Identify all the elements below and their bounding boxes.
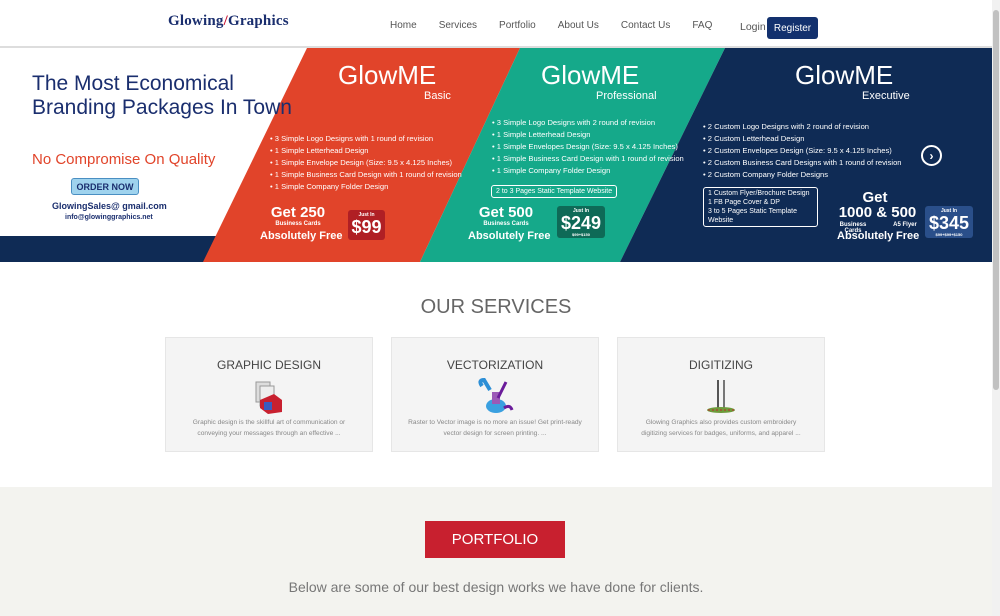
hero-banner[interactable]: The Most Economical Branding Packages In… xyxy=(0,48,992,262)
package-professional-name: GlowME xyxy=(541,60,640,90)
service-card-text: Glowing Graphics also provides custom em… xyxy=(641,419,801,437)
package-executive-sub-right: A5 Flyer xyxy=(893,222,917,228)
site-logo[interactable]: Glowing/Graphics xyxy=(168,13,289,30)
package-executive-free-right: Free xyxy=(896,230,920,242)
graphic-design-icon xyxy=(255,381,282,414)
feature-item: 1 Simple Business Card Design with 1 rou… xyxy=(492,153,684,165)
site-header: Glowing/Graphics Home Services Portfolio… xyxy=(0,0,992,48)
package-executive-price: $345 xyxy=(928,213,970,233)
portfolio-button[interactable]: PORTFOLIO xyxy=(425,521,565,558)
service-card-vectorization[interactable]: VECTORIZATION Raster to Vector image is … xyxy=(391,337,599,452)
logo-text-part1: Glowing xyxy=(168,13,224,29)
package-basic-price: $99 xyxy=(351,217,382,237)
package-executive-extras: 1 Custom Flyer/Brochure Design 1 FB Page… xyxy=(703,187,818,227)
service-card-title: VECTORIZATION xyxy=(446,358,544,372)
package-executive-features: 2 Custom Logo Designs with 2 round of re… xyxy=(703,121,902,181)
order-now-button[interactable]: ORDER NOW xyxy=(71,178,139,195)
package-executive-get-qty: 1000 & 500 xyxy=(838,204,917,221)
banner-title: The Most Economical Branding Packages In… xyxy=(32,72,292,119)
feature-item: 2 Custom Logo Designs with 2 round of re… xyxy=(703,121,902,133)
package-basic-features: 3 Simple Logo Designs with 1 round of re… xyxy=(270,133,462,193)
nav-services[interactable]: Services xyxy=(439,20,477,31)
feature-item: 1 Simple Business Card Design with 1 rou… xyxy=(270,169,462,181)
services-title: OUR SERVICES xyxy=(420,296,572,318)
package-professional-price-badge[interactable]: Just In $249 $99+$150 xyxy=(557,206,605,238)
extra-item: 1 Custom Flyer/Brochure Design xyxy=(708,190,810,197)
portfolio-description: Below are some of our best design works … xyxy=(288,579,704,595)
feature-item: 2 Custom Company Folder Designs xyxy=(703,169,902,181)
nav-faq[interactable]: FAQ xyxy=(692,20,712,31)
package-basic-tier: Basic xyxy=(424,90,451,102)
arrow-right-icon[interactable]: › xyxy=(921,145,942,166)
package-basic-free: Absolutely Free xyxy=(260,230,343,242)
feature-item: 2 Custom Envelopes Design (Size: 9.5 x 4… xyxy=(703,145,902,157)
package-executive-price-badge[interactable]: Just In $345 $99+$99+$150 xyxy=(925,206,973,238)
nav-portfolio[interactable]: Portfolio xyxy=(499,20,536,31)
service-card-title: DIGITIZING xyxy=(689,358,753,372)
nav-contact-us[interactable]: Contact Us xyxy=(621,20,670,31)
register-button[interactable]: Register xyxy=(767,17,818,39)
nav-home[interactable]: Home xyxy=(390,20,417,31)
banner-email-info: info@glowinggraphics.net xyxy=(65,214,153,221)
package-professional-tier: Professional xyxy=(596,90,657,102)
service-card-title: GRAPHIC DESIGN xyxy=(216,358,321,372)
login-link[interactable]: Login xyxy=(740,21,766,33)
feature-item: 1 Simple Company Folder Design xyxy=(492,165,684,177)
package-professional-extra: 2 to 3 Pages Static Template Website xyxy=(491,185,618,198)
service-card-text: Graphic design is the skillful art of co… xyxy=(192,419,346,437)
package-executive-free-left: Absolutely xyxy=(837,230,894,242)
package-basic-get-sub: Business Cards xyxy=(275,221,321,227)
package-basic-name: GlowME xyxy=(338,60,437,90)
feature-item: 2 Custom Letterhead Design xyxy=(703,133,902,145)
extra-item: 1 FB Page Cover & DP xyxy=(708,199,780,206)
feature-item: 1 Simple Envelope Design (Size: 9.5 x 4.… xyxy=(270,157,462,169)
digitizing-needle-icon xyxy=(707,380,735,413)
package-professional-price: $249 xyxy=(560,213,602,233)
feature-item: 3 Simple Logo Designs with 2 round of re… xyxy=(492,117,684,129)
feature-item: 1 Simple Letterhead Design xyxy=(492,129,684,141)
package-professional-get-sub: Business Cards xyxy=(483,221,529,227)
package-basic-get: Get 250 xyxy=(270,204,326,221)
page-scrollbar[interactable] xyxy=(992,0,1000,616)
package-professional-features: 3 Simple Logo Designs with 2 round of re… xyxy=(492,117,684,177)
package-executive-tier: Executive xyxy=(862,90,910,102)
logo-text-part2: Graphics xyxy=(227,13,289,29)
service-card-text: Raster to Vector image is no more an iss… xyxy=(408,419,582,437)
feature-item: 1 Simple Company Folder Design xyxy=(270,181,462,193)
package-executive-name: GlowME xyxy=(795,60,894,90)
feature-item: 1 Simple Letterhead Design xyxy=(270,145,462,157)
nav-about-us[interactable]: About Us xyxy=(558,20,599,31)
package-professional-free: Absolutely Free xyxy=(468,230,551,242)
extra-item: 3 to 5 Pages Static Template Website xyxy=(708,208,797,224)
feature-item: 2 Custom Business Card Designs with 1 ro… xyxy=(703,157,902,169)
service-card-digitizing[interactable]: DIGITIZING Glowing Graphics also provide… xyxy=(617,337,825,452)
banner-email-sales: GlowingSales@ gmail.com xyxy=(52,201,167,211)
service-card-graphic-design[interactable]: GRAPHIC DESIGN Graphic design is the ski… xyxy=(165,337,373,452)
scrollbar-thumb[interactable] xyxy=(993,10,999,390)
banner-subtitle: No Compromise On Quality xyxy=(32,151,216,168)
package-basic-price-badge[interactable]: Just In $99 xyxy=(348,210,385,240)
feature-item: 3 Simple Logo Designs with 1 round of re… xyxy=(270,133,462,145)
feature-item: 1 Simple Envelopes Design (Size: 9.5 x 4… xyxy=(492,141,684,153)
main-nav: Home Services Portfolio About Us Contact… xyxy=(390,20,734,31)
package-professional-get: Get 500 xyxy=(478,204,534,221)
vectorization-icon xyxy=(478,378,514,413)
